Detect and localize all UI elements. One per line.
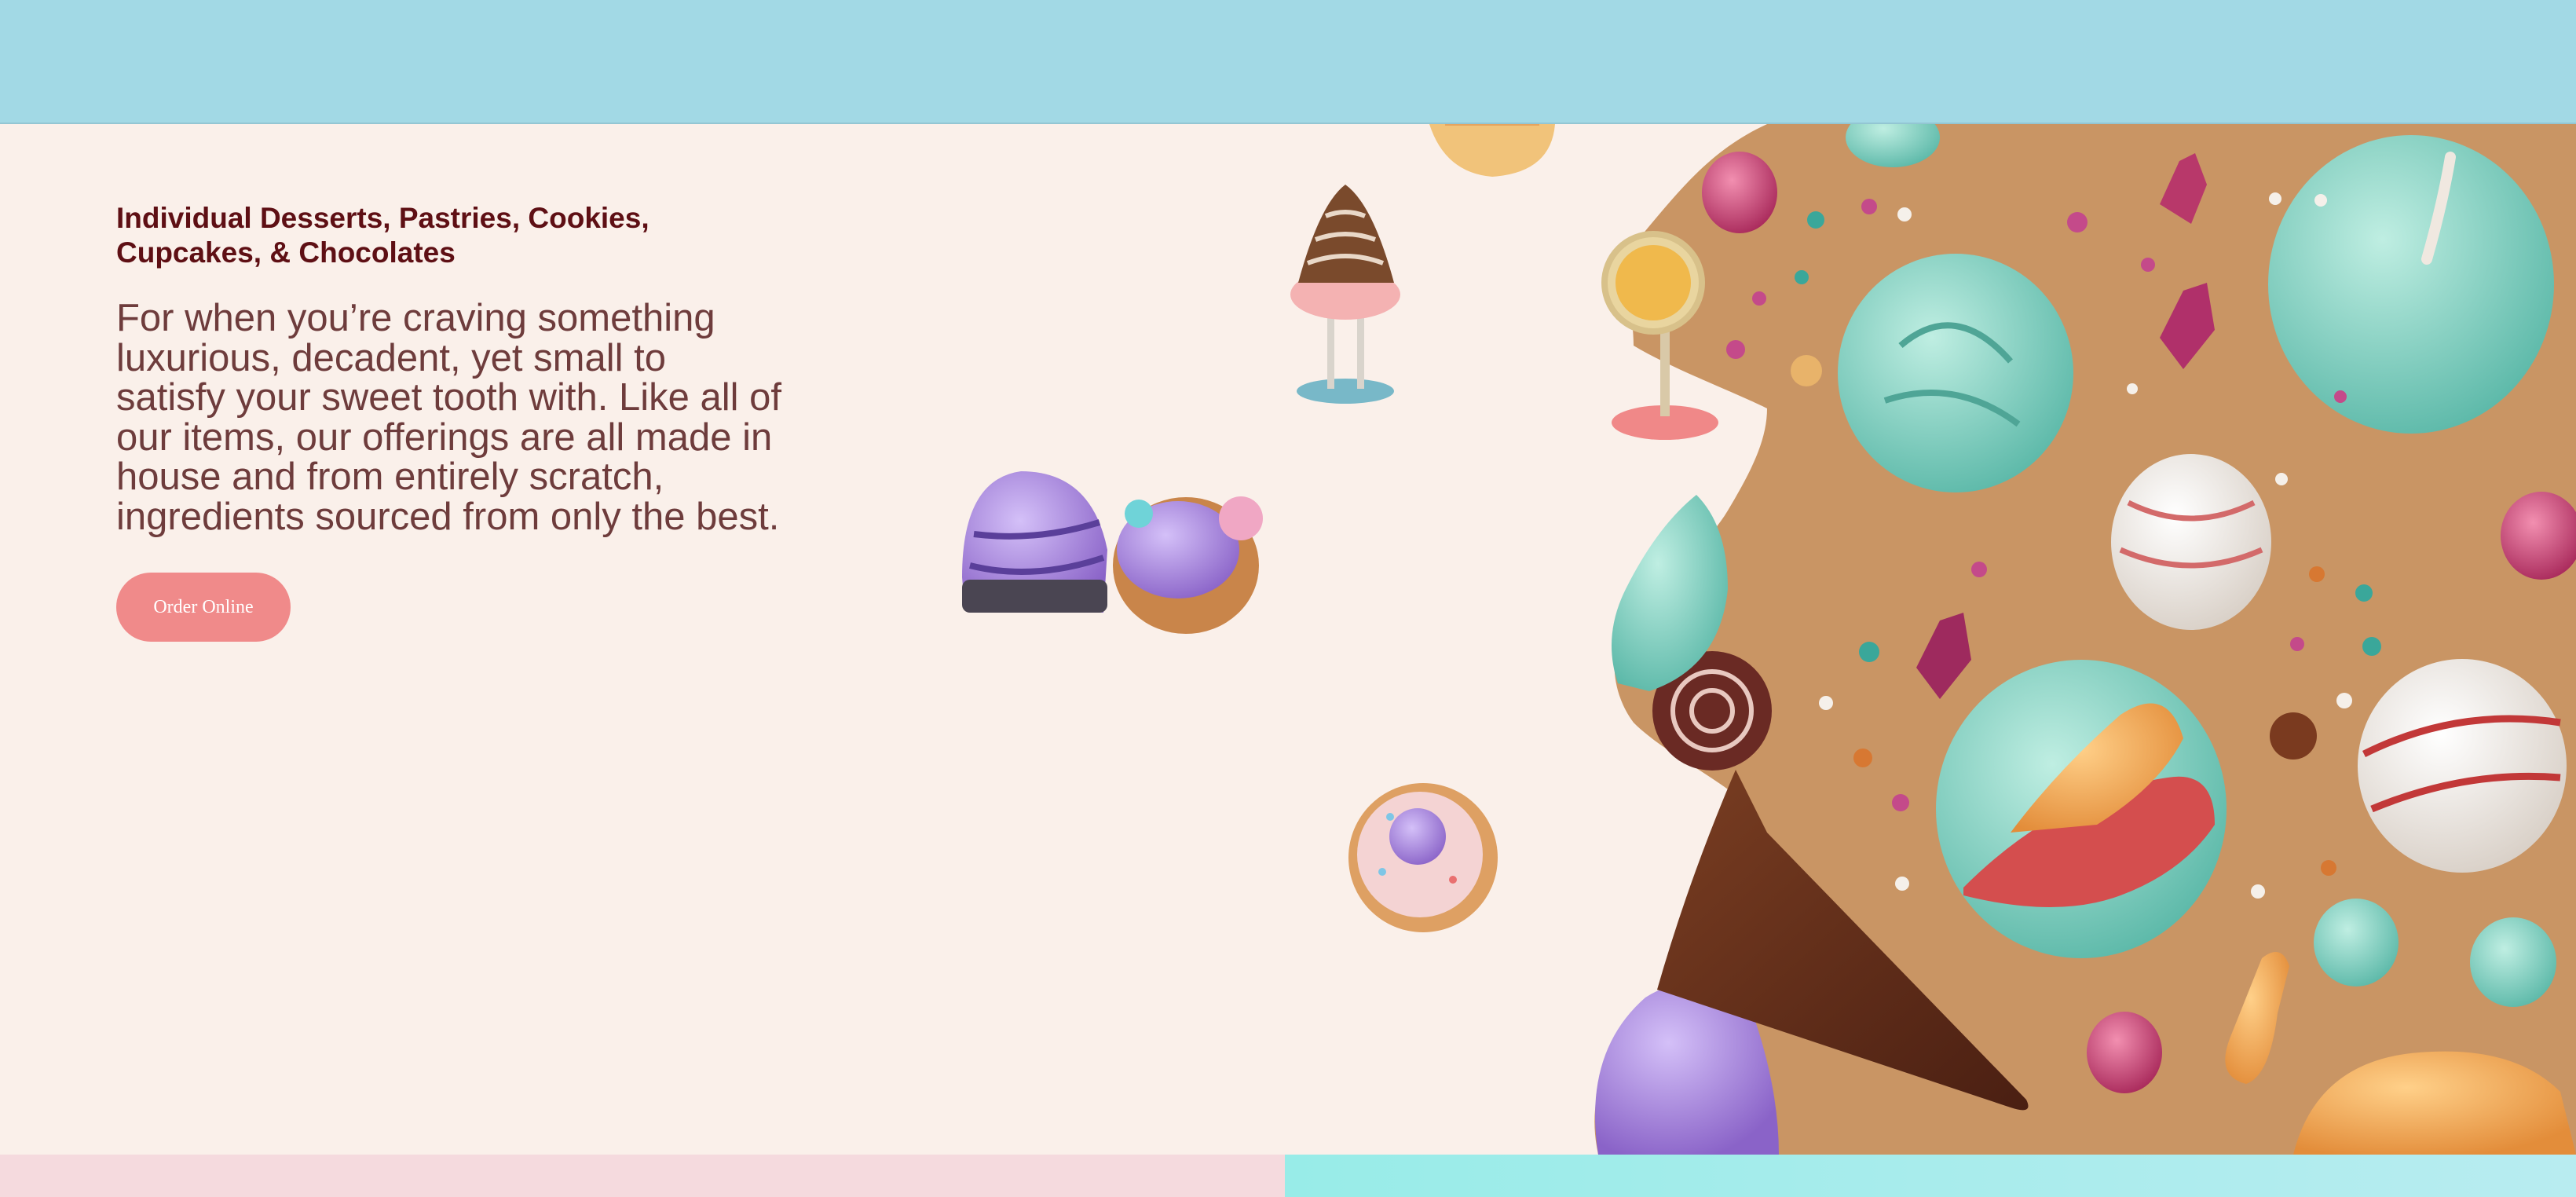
bottom-band-right — [1285, 1155, 2576, 1197]
section-description: For when you’re craving something luxuri… — [116, 297, 781, 538]
bottom-band-left — [0, 1155, 1285, 1197]
cupcake-top — [1429, 124, 1555, 177]
top-header-bar — [0, 0, 2576, 124]
lavender-cookie — [1113, 496, 1263, 634]
purple-frosted-cake — [962, 471, 1107, 613]
cone-dessert-stand — [1290, 185, 1400, 404]
section-heading: Individual Desserts, Pastries, Cookies, … — [116, 202, 649, 269]
order-online-button[interactable]: Order Online — [116, 573, 291, 642]
donut-cookie — [1348, 783, 1498, 932]
hero-text-block: Individual Desserts, Pastries, Cookies, … — [116, 201, 784, 642]
hero-section: Individual Desserts, Pastries, Cookies, … — [0, 124, 2576, 1155]
